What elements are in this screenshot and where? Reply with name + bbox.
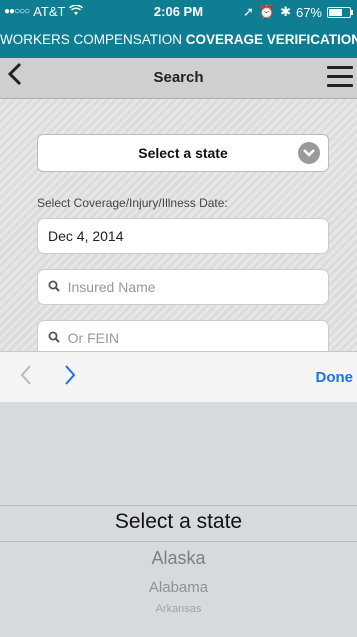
search-icon xyxy=(48,280,64,295)
hamburger-menu-icon[interactable] xyxy=(327,66,353,88)
done-button[interactable]: Done xyxy=(316,369,354,386)
location-arrow-icon: ➚ xyxy=(242,4,254,19)
fein-input[interactable]: Or FEIN xyxy=(37,320,329,351)
picker-divider xyxy=(0,541,357,542)
search-form: Select a state Select Coverage/Injury/Il… xyxy=(0,99,357,351)
date-label: Select Coverage/Injury/Illness Date: xyxy=(37,196,228,210)
insured-name-placeholder: Insured Name xyxy=(67,279,156,295)
battery-percent: 67% xyxy=(295,4,322,20)
alarm-icon: ⏰ xyxy=(258,4,276,19)
picker-selected-option[interactable]: Select a state xyxy=(0,510,357,534)
search-icon xyxy=(48,331,64,346)
nav-bar: Search xyxy=(0,58,357,99)
status-right: ➚ ⏰ ✱ 67% xyxy=(242,4,353,20)
state-select[interactable]: Select a state xyxy=(37,134,329,172)
next-field-button[interactable] xyxy=(64,362,76,393)
fein-placeholder: Or FEIN xyxy=(67,330,119,346)
chevron-down-icon xyxy=(298,142,320,164)
state-picker[interactable]: Select a state Alaska Alabama Arkansas xyxy=(0,402,357,637)
picker-option[interactable]: Alabama xyxy=(0,579,357,596)
battery-icon xyxy=(327,6,353,18)
state-select-label: Select a state xyxy=(138,145,228,161)
previous-field-button[interactable] xyxy=(20,362,32,393)
bluetooth-icon: ✱ xyxy=(280,4,291,19)
date-value: Dec 4, 2014 xyxy=(48,228,124,244)
page-title: Search xyxy=(153,69,204,86)
picker-option[interactable]: Arkansas xyxy=(0,603,357,615)
app-header-title-light: WORKERS COMPENSATION xyxy=(0,32,186,47)
app-header-title-bold: COVERAGE VERIFICATION xyxy=(185,32,357,47)
insured-name-input[interactable]: Insured Name xyxy=(37,269,329,305)
picker-divider xyxy=(0,505,357,506)
picker-option[interactable]: Alaska xyxy=(0,548,357,569)
status-bar: ●●○○○ AT&T 2:06 PM ➚ ⏰ ✱ 67% xyxy=(0,0,357,22)
keyboard-accessory-bar: Done xyxy=(0,351,357,403)
date-field[interactable]: Dec 4, 2014 xyxy=(37,218,329,254)
app-header: WORKERS COMPENSATION COVERAGE VERIFICATI… xyxy=(0,22,357,58)
